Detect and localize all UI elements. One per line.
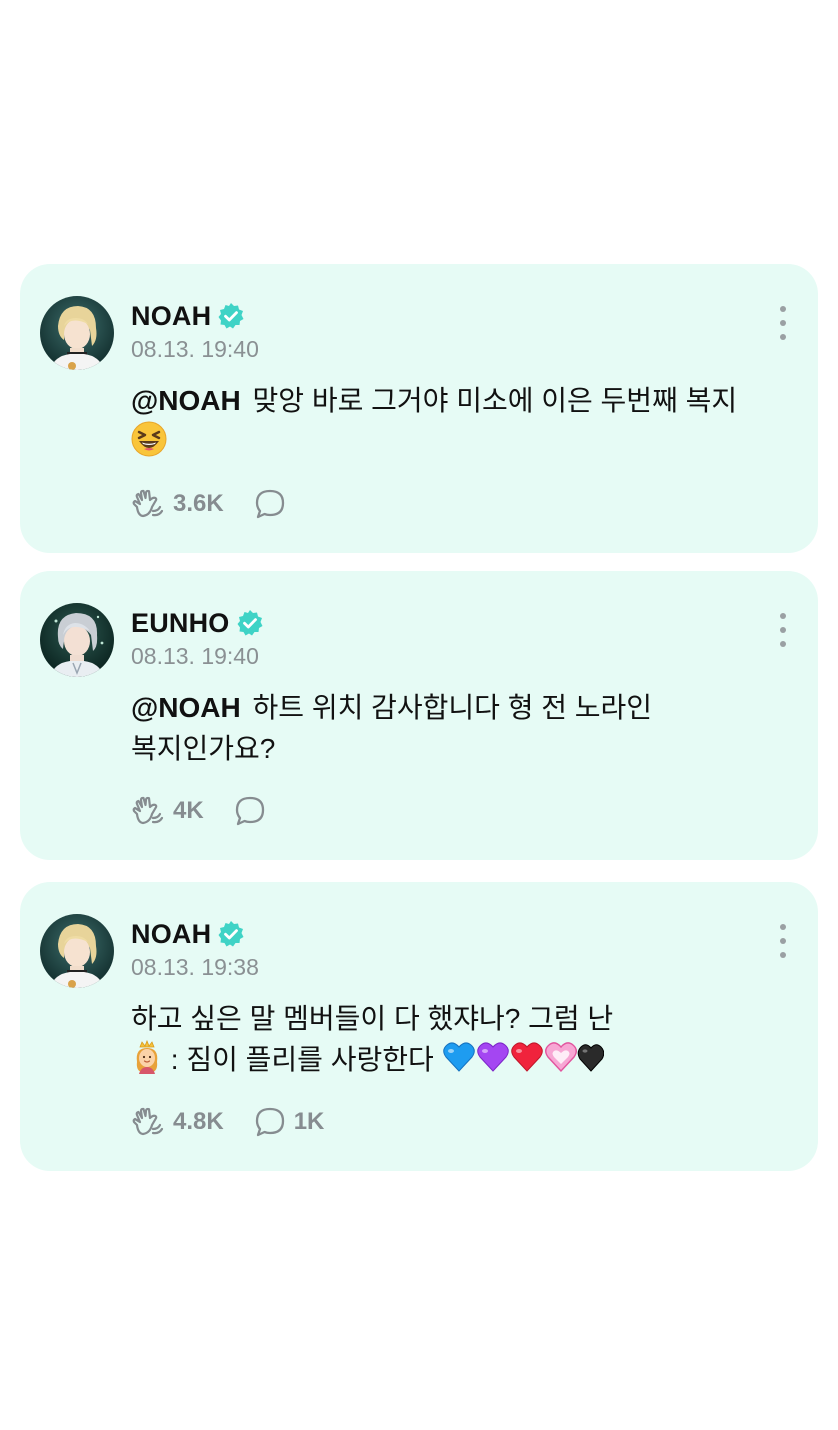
- post-card[interactable]: NOAH 08.13. 19:40 @NOAH 맞앙 바로 그거야 미소에 이은…: [20, 264, 818, 553]
- post-text: 하고 싶은 말 멤버들이 다 했쟈나? 그럼 난 : 짐이 플리를 사랑한다: [131, 998, 771, 1085]
- like-button[interactable]: 3.6K: [131, 487, 224, 521]
- speech-bubble-icon: [255, 489, 284, 519]
- post-actions: 3.6K: [131, 486, 324, 522]
- like-count: 3.6K: [173, 490, 224, 517]
- author-name[interactable]: EUNHO: [131, 608, 230, 639]
- avatar[interactable]: [40, 914, 114, 988]
- post-content: 맞앙 바로 그거야 미소에 이은 두번째 복지: [252, 385, 738, 416]
- like-button[interactable]: 4K: [131, 794, 204, 828]
- more-vertical-icon[interactable]: [778, 306, 788, 340]
- verified-badge-icon: [236, 609, 264, 637]
- author-row: EUNHO: [131, 605, 264, 641]
- post-timestamp: 08.13. 19:40: [131, 643, 259, 669]
- post-content: 하고 싶은 말 멤버들이 다 했쟈나? 그럼 난: [131, 1003, 614, 1034]
- author-row: NOAH: [131, 916, 245, 952]
- author-name[interactable]: NOAH: [131, 301, 211, 332]
- speech-bubble-icon: [235, 796, 264, 826]
- post-content-line2: 복지인가요?: [131, 733, 276, 764]
- post-actions: 4K: [131, 793, 304, 829]
- post-timestamp: 08.13. 19:40: [131, 336, 259, 362]
- like-count: 4.8K: [173, 1108, 224, 1135]
- feed-list: NOAH 08.13. 19:40 @NOAH 맞앙 바로 그거야 미소에 이은…: [20, 264, 818, 1189]
- post-text: @NOAH 맞앙 바로 그거야 미소에 이은 두번째 복지: [131, 380, 771, 468]
- avatar[interactable]: [40, 603, 114, 677]
- heart-row-icon: [442, 1040, 604, 1085]
- speech-bubble-icon: [255, 1107, 284, 1137]
- mention-link[interactable]: @NOAH: [131, 692, 241, 723]
- grinning-squinting-face-icon: [131, 421, 167, 468]
- post-timestamp: 08.13. 19:38: [131, 954, 259, 980]
- princess-icon: [131, 1039, 163, 1085]
- author-name[interactable]: NOAH: [131, 919, 211, 950]
- post-actions: 4.8K 1K: [131, 1104, 354, 1140]
- comment-button[interactable]: 1K: [254, 1106, 325, 1138]
- more-vertical-icon[interactable]: [778, 924, 788, 958]
- verified-badge-icon: [217, 920, 245, 948]
- post-text: @NOAH 하트 위치 감사합니다 형 전 노라인 복지인가요?: [131, 687, 771, 769]
- mention-link[interactable]: @NOAH: [131, 385, 241, 416]
- hand-wave-like-icon: [132, 1107, 164, 1136]
- hand-wave-like-icon: [132, 796, 164, 825]
- avatar[interactable]: [40, 296, 114, 370]
- author-row: NOAH: [131, 298, 245, 334]
- post-content-line2: : 짐이 플리를 사랑한다: [163, 1044, 442, 1075]
- verified-badge-icon: [217, 302, 245, 330]
- comment-button[interactable]: [254, 488, 294, 520]
- post-content: 하트 위치 감사합니다 형 전 노라인: [252, 692, 653, 723]
- comment-button[interactable]: [234, 795, 274, 827]
- more-vertical-icon[interactable]: [778, 613, 788, 647]
- post-card[interactable]: NOAH 08.13. 19:38 하고 싶은 말 멤버들이 다 했쟈나? 그럼…: [20, 882, 818, 1171]
- comment-count: 1K: [293, 1108, 325, 1135]
- like-count: 4K: [173, 797, 204, 824]
- hand-wave-like-icon: [132, 489, 164, 518]
- post-card[interactable]: EUNHO 08.13. 19:40 @NOAH 하트 위치 감사합니다 형 전…: [20, 571, 818, 860]
- like-button[interactable]: 4.8K: [131, 1105, 224, 1139]
